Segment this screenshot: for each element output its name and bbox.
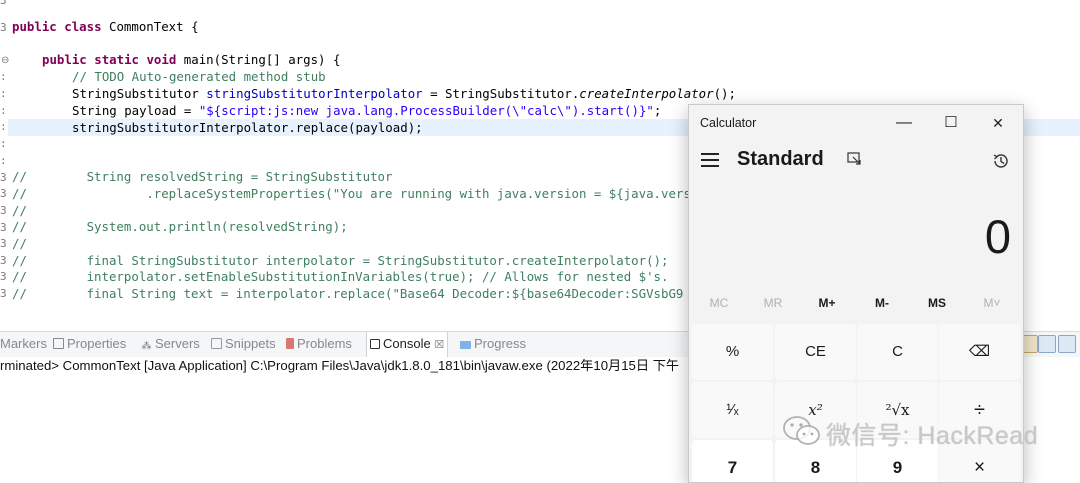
- wechat-watermark: 微信号: HackRead: [782, 414, 1038, 452]
- comment-line: //: [12, 236, 27, 251]
- reciprocal-button[interactable]: ¹⁄ₓ: [692, 382, 773, 438]
- toolbar-button-icon[interactable]: [1038, 335, 1056, 353]
- close-button[interactable]: ✕: [983, 112, 1013, 134]
- memory-store-button[interactable]: MS: [910, 296, 964, 310]
- clipped-line: [12, 0, 27, 7]
- window-title: Calculator: [700, 116, 757, 130]
- clear-entry-button[interactable]: CE: [775, 324, 856, 380]
- code-line-payload: String payload = "${script:js:new java.l…: [72, 103, 662, 118]
- comment-line: // .replaceSystemProperties("You are run…: [12, 186, 691, 201]
- comment-line: // System.out.println(resolvedString);: [12, 219, 348, 234]
- close-tab-icon[interactable]: ☒: [434, 339, 444, 351]
- fold-toggle-icon[interactable]: ⊖: [1, 55, 9, 67]
- digit-7-button[interactable]: 7: [692, 440, 773, 482]
- percent-button[interactable]: %: [692, 324, 773, 380]
- keep-on-top-icon[interactable]: [847, 152, 863, 166]
- toolbar-button-icon[interactable]: [1058, 335, 1076, 353]
- problems-icon: [286, 338, 294, 349]
- comment-line: // final StringSubstitutor interpolator …: [12, 253, 669, 268]
- memory-recall-button[interactable]: MR: [746, 296, 800, 310]
- backspace-button[interactable]: ⌫: [939, 324, 1020, 380]
- watermark-text: 微信号: HackRead: [826, 422, 1039, 450]
- memory-subtract-button[interactable]: M-: [855, 296, 909, 310]
- console-icon: [370, 339, 380, 349]
- hamburger-menu-icon[interactable]: [701, 153, 719, 167]
- minimize-button[interactable]: —: [889, 112, 919, 134]
- memory-list-button[interactable]: M˅: [965, 296, 1019, 310]
- tab-progress[interactable]: Progress: [460, 332, 526, 356]
- servers-icon: ⁂: [141, 341, 152, 352]
- editor-gutter: 3 3 ⊖ : : : : : : 3 3 3 3 3 3 3 3: [0, 0, 10, 300]
- comment-line: //: [12, 203, 27, 218]
- maximize-button[interactable]: ☐: [936, 112, 966, 134]
- tab-snippets[interactable]: Snippets: [211, 332, 276, 356]
- memory-clear-button[interactable]: MC: [692, 296, 746, 310]
- history-icon[interactable]: [991, 151, 1011, 171]
- tab-console[interactable]: Console ☒: [366, 332, 449, 357]
- code-line-todo: // TODO Auto-generated method stub: [72, 69, 326, 84]
- progress-icon: [460, 341, 471, 349]
- comment-line: // final String text = interpolator.repl…: [12, 286, 684, 301]
- calculator-display: 0: [984, 210, 1011, 263]
- memory-add-button[interactable]: M+: [800, 296, 854, 310]
- comment-line: // String resolvedString = StringSubstit…: [12, 169, 393, 184]
- code-line-class: public class CommonText {: [12, 19, 199, 34]
- tab-properties[interactable]: Properties: [53, 332, 126, 356]
- code-line-replace: stringSubstitutorInterpolator.replace(pa…: [72, 120, 423, 135]
- console-terminated-line: rminated> CommonText [Java Application] …: [0, 358, 680, 373]
- clear-button[interactable]: C: [857, 324, 938, 380]
- wechat-logo-icon: [783, 416, 820, 445]
- properties-icon: [53, 338, 64, 349]
- tab-servers[interactable]: ⁂ Servers: [141, 332, 200, 356]
- tab-problems[interactable]: Problems: [286, 332, 352, 356]
- mode-title: Standard: [737, 148, 824, 170]
- code-line-declaration: StringSubstitutor stringSubstitutorInter…: [72, 86, 736, 101]
- snippets-icon: [211, 338, 222, 349]
- tab-markers[interactable]: Markers: [0, 332, 47, 356]
- code-line-main: public static void main(String[] args) {: [42, 52, 341, 67]
- comment-line: // interpolator.setEnableSubstitutionInV…: [12, 269, 669, 284]
